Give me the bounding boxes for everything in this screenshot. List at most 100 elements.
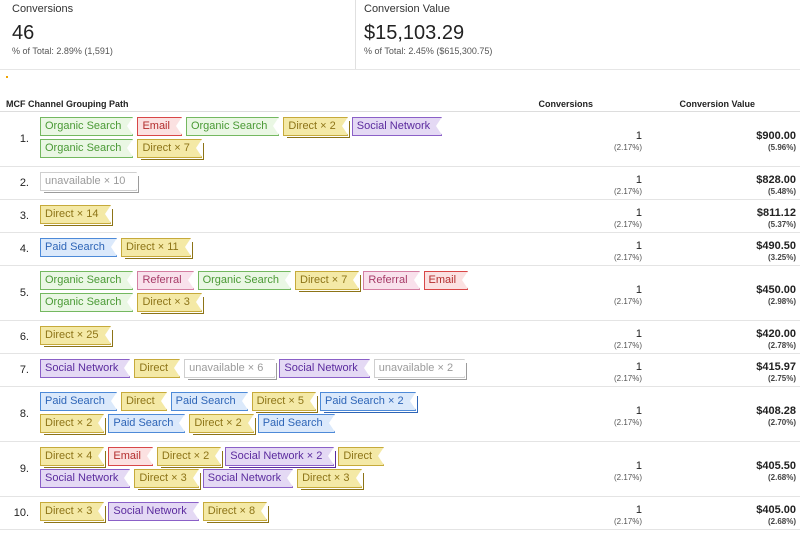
table-row[interactable]: 8. Paid Search Direct Paid Search Direct × 5… — [0, 387, 800, 442]
row-number: 5. — [19, 287, 29, 299]
table-row[interactable]: 6. Direct × 25 1 (2.17%) $420.00 (2.78%) — [0, 321, 800, 354]
conversions-count: 1 — [635, 174, 642, 186]
conversions-cell: 1 (2.17%) — [614, 207, 642, 230]
row-number: 6. — [19, 331, 29, 343]
conversion-value-percent: (5.48%) — [767, 187, 796, 196]
path-line: Organic Search Email Organic Search Direct … — [40, 117, 446, 139]
conversions-cell: 1 (2.17%) — [614, 130, 642, 153]
channel-tag-organic: Organic Search — [197, 271, 292, 290]
channel-tag-direct: Direct — [120, 392, 167, 411]
channel-path: Organic Search Email Organic Search Direct … — [40, 117, 446, 161]
value-cell: $405.50 (2.68%) — [756, 460, 796, 483]
channel-tag-social: Social Network — [279, 359, 371, 378]
path-line: Paid Search Direct Paid Search Direct × 5 Pa… — [40, 392, 420, 414]
channel-tag-unavail: unavailable × 6 — [184, 359, 276, 378]
path-line: Direct × 4 Email Direct × 2 Social Network … — [40, 447, 388, 469]
channel-tag-email: Email — [137, 117, 182, 136]
path-line: Organic Search Direct × 3 — [40, 293, 472, 315]
header-conversions[interactable]: Conversions — [538, 99, 593, 109]
channel-tag-direct: Direct × 7 — [137, 139, 203, 158]
channel-path: Direct × 25 — [40, 326, 115, 348]
conversions-value: 46 — [12, 22, 35, 44]
table-row[interactable]: 1. Organic Search Email Organic Search Direc… — [0, 112, 800, 167]
conversion-value-amount: $900.00 — [756, 130, 796, 142]
conversions-count: 1 — [635, 504, 642, 516]
header-conversion-value[interactable]: Conversion Value — [679, 99, 755, 109]
value-cell: $420.00 (2.78%) — [756, 328, 796, 351]
channel-tag-direct: Direct × 2 — [283, 117, 349, 136]
value-cell: $405.00 (2.68%) — [756, 504, 796, 527]
conversion-value-label: Conversion Value — [364, 3, 451, 15]
channel-path: Direct × 14 — [40, 205, 115, 227]
value-cell: $415.97 (2.75%) — [756, 361, 796, 384]
value-cell: $900.00 (5.96%) — [756, 130, 796, 153]
value-cell: $408.28 (2.70%) — [756, 405, 796, 428]
conversion-value-amount: $811.12 — [756, 207, 796, 219]
channel-tag-direct: Direct × 2 — [189, 414, 255, 433]
conversions-cell: 1 (2.17%) — [614, 328, 642, 351]
conversions-percent: (2.17%) — [613, 297, 642, 306]
conversions-cell: 1 (2.17%) — [614, 284, 642, 307]
conversion-value-amount: $408.28 — [756, 405, 796, 417]
table-row[interactable]: 2. unavailable × 10 1 (2.17%) $828.00 (5.48%) — [0, 167, 800, 200]
row-number: 1. — [19, 133, 29, 145]
header-path[interactable]: MCF Channel Grouping Path — [6, 99, 129, 109]
table-row[interactable]: 7. Social Network Direct unavailable × 6 Soc… — [0, 354, 800, 387]
path-line: Organic Search Referral Organic Search Dire… — [40, 271, 472, 293]
value-cell: $490.50 (3.25%) — [756, 240, 796, 263]
conversions-percent: (2.17%) — [613, 374, 642, 383]
conversions-cell: 1 (2.17%) — [614, 405, 642, 428]
table-row[interactable]: 4. Paid Search Direct × 11 1 (2.17%) $490.50(… — [0, 233, 800, 266]
conversion-value-amount: $405.00 — [756, 504, 796, 516]
conversions-percent: (2.17%) — [613, 220, 642, 229]
conversion-value-value: $15,103.29 — [364, 22, 465, 44]
channel-tag-social: Social Network — [351, 117, 443, 136]
conversion-value-amount: $405.50 — [756, 460, 796, 472]
channel-tag-direct: Direct × 3 — [134, 469, 200, 488]
row-number: 4. — [19, 243, 29, 255]
channel-tag-direct: Direct — [134, 359, 181, 378]
channel-tag-unavail: unavailable × 10 — [40, 172, 138, 191]
table-row[interactable]: 3. Direct × 14 1 (2.17%) $811.12 (5.37%) — [0, 200, 800, 233]
channel-tag-direct: Direct × 7 — [295, 271, 360, 290]
channel-tag-direct: Direct × 3 — [297, 469, 362, 488]
conversion-value-percent: (2.68%) — [767, 473, 796, 482]
conversion-value-amount: $415.97 — [756, 361, 796, 373]
channel-tag-paid: Paid Search × 2 — [320, 392, 416, 411]
conversions-count: 1 — [635, 240, 642, 252]
value-cell: $811.12 (5.37%) — [757, 207, 796, 230]
conversions-percent: (2.17%) — [613, 473, 642, 482]
path-line: Social Network Direct unavailable × 6 Socia… — [40, 359, 469, 381]
conversion-value-percent: (5.37%) — [767, 220, 796, 229]
conversions-cell: 1 (2.17%) — [614, 240, 642, 263]
channel-path: Paid Search Direct Paid Search Direct × 5 Pa… — [40, 392, 420, 436]
conversion-value-percent: (2.70%) — [767, 418, 796, 427]
conversions-count: 1 — [635, 328, 642, 340]
conversion-value-metric: Conversion Value $15,103.29 % of Total: … — [355, 0, 800, 69]
conversions-percent: (2.17%) — [613, 143, 642, 152]
channel-tag-direct: Direct × 14 — [40, 205, 111, 224]
table-row[interactable]: 9. Direct × 4 Email Direct × 2 Social Networ… — [0, 442, 800, 497]
channel-tag-paid: Paid Search — [170, 392, 248, 411]
conversion-value-percent: (2.75%) — [767, 374, 796, 383]
table-row[interactable]: 5. Organic Search Referral Organic Search Di… — [0, 266, 800, 321]
path-line: Organic Search Direct × 7 — [40, 139, 446, 161]
table-row[interactable]: 10. Direct × 3 Social Network Direct × 8 1 (2… — [0, 497, 800, 530]
conversions-cell: 1 (2.17%) — [614, 460, 642, 483]
path-line: Direct × 14 — [40, 205, 115, 227]
loading-dot — [6, 76, 8, 78]
spacer — [0, 70, 800, 84]
conversion-value-amount: $420.00 — [756, 328, 796, 340]
conversions-percent: (2.17%) — [613, 187, 642, 196]
conversions-percent: (2.17%) — [613, 418, 642, 427]
path-line: Social Network Direct × 3 Social Network Di… — [40, 469, 388, 491]
path-line: Paid Search Direct × 11 — [40, 238, 195, 260]
value-cell: $828.00 (5.48%) — [756, 174, 796, 197]
channel-tag-social: Social Network — [40, 469, 131, 488]
conversion-value-total: % of Total: 2.45% ($615,300.75) — [364, 46, 493, 56]
channel-path: Social Network Direct unavailable × 6 Socia… — [40, 359, 469, 381]
row-number: 2. — [19, 177, 29, 189]
channel-path: Direct × 3 Social Network Direct × 8 — [40, 502, 271, 524]
conversions-count: 1 — [635, 130, 642, 142]
channel-tag-unavail: unavailable × 2 — [373, 359, 466, 378]
